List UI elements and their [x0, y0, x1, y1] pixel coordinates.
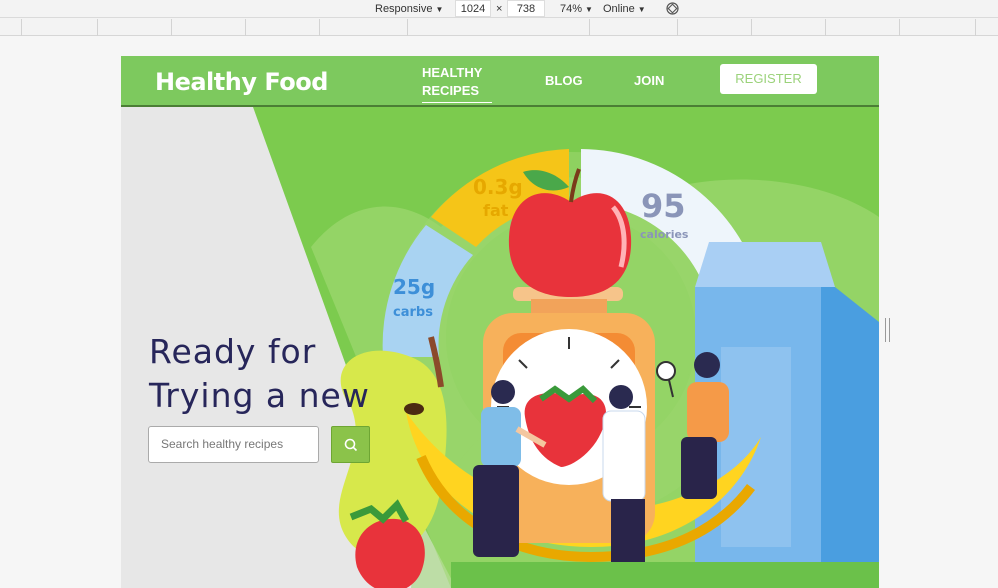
height-input[interactable]: 738: [507, 0, 545, 17]
media-query-bar[interactable]: [0, 19, 998, 36]
nav-healthy-recipes[interactable]: HEALTHY RECIPES: [422, 64, 492, 103]
register-button[interactable]: REGISTER: [720, 64, 817, 94]
zoom-label: 74%: [560, 3, 583, 15]
nav-recipes-line2: RECIPES: [422, 83, 480, 98]
device-label: Responsive: [375, 3, 433, 15]
headline-line: Trying a new: [149, 376, 370, 415]
carbs-label: carbs: [393, 305, 433, 320]
dimension-separator: ×: [496, 3, 503, 15]
calories-value: 95: [641, 187, 686, 225]
ruler-segment: [319, 19, 320, 36]
chevron-down-icon: ▼: [637, 5, 646, 14]
rotate-icon[interactable]: [666, 2, 679, 15]
device-select[interactable]: Responsive ▼: [375, 2, 443, 16]
website-page: Healthy Food HEALTHY RECIPES BLOG JOIN R…: [121, 56, 879, 588]
nav-blog[interactable]: BLOG: [545, 72, 583, 90]
ruler-segment: [677, 19, 678, 36]
fat-value: 0.3g: [473, 175, 523, 199]
network-label: Online: [603, 3, 635, 15]
ruler-segment: [171, 19, 172, 36]
zoom-select[interactable]: 74% ▼: [560, 2, 593, 16]
fat-label: fat: [483, 201, 509, 220]
hero-section: 0.3g fat 95 calories 25g carbs Ready for…: [121, 107, 879, 588]
ruler-segment: [21, 19, 22, 36]
ruler-segment: [97, 19, 98, 36]
ruler-segment: [589, 19, 590, 36]
calories-label: calories: [640, 228, 689, 241]
search-input[interactable]: Search healthy recipes: [148, 426, 319, 463]
chevron-down-icon: ▼: [585, 5, 593, 14]
resize-handle[interactable]: [885, 318, 890, 342]
network-select[interactable]: Online ▼: [603, 2, 646, 16]
ruler-segment: [899, 19, 900, 36]
ruler-segment: [245, 19, 246, 36]
nav-join[interactable]: JOIN: [634, 72, 664, 90]
navbar: Healthy Food HEALTHY RECIPES BLOG JOIN R…: [121, 56, 879, 107]
headline-line: Ready for: [149, 332, 317, 371]
ruler-segment: [751, 19, 752, 36]
ruler-segment: [825, 19, 826, 36]
devtools-toolbar: Responsive ▼ 1024 × 738 74% ▼ Online ▼: [0, 0, 998, 18]
ruler-segment: [407, 19, 408, 36]
chevron-down-icon: ▼: [435, 5, 444, 14]
nav-recipes-line1: HEALTHY: [422, 65, 483, 80]
width-input[interactable]: 1024: [455, 0, 491, 17]
site-logo[interactable]: Healthy Food: [155, 68, 328, 96]
ruler-segment: [975, 19, 976, 36]
search-button[interactable]: [331, 426, 370, 463]
carbs-value: 25g: [393, 275, 436, 299]
search-icon: [344, 438, 358, 452]
